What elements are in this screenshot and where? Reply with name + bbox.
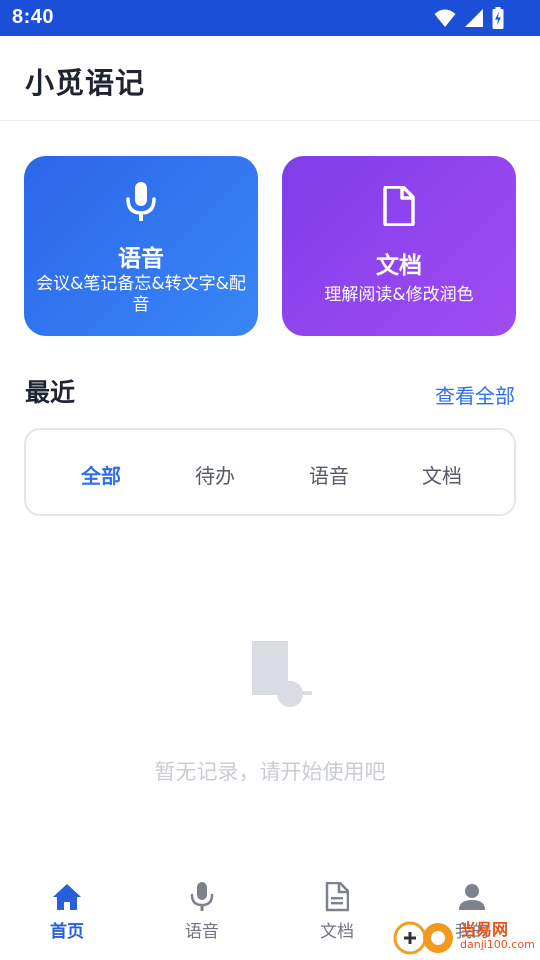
tab-doc[interactable]: 文档 [392,460,492,489]
view-all-link[interactable]: 查看全部 [435,380,515,409]
voice-card-title: 语音 [118,246,164,272]
recent-filter-tabs: 全部 待办 语音 文档 [24,428,516,516]
status-bar: 8:40 [0,0,540,36]
app-bar: 小觅语记 [0,36,540,121]
watermark-url: danji100.com [460,938,535,951]
home-icon [52,883,82,915]
watermark-brand: 当易网 [460,920,509,939]
watermark-logo-icon [392,918,456,960]
doc-card-title: 文档 [376,253,422,279]
doc-card[interactable]: 文档 理解阅读&修改润色 [282,156,516,336]
voice-card[interactable]: 语音 会议&笔记备忘&转文字&配音 [24,156,258,336]
watermark: 当易网 danji100.com [390,912,540,958]
person-icon [458,883,486,915]
nav-voice[interactable]: 语音 [152,882,252,942]
app-title: 小觅语记 [25,66,146,100]
nav-home[interactable]: 首页 [17,884,117,942]
nav-doc[interactable]: 文档 [287,881,387,942]
empty-state-text: 暂无记录，请开始使用吧 [154,760,386,784]
tab-voice[interactable]: 语音 [279,460,379,489]
battery-charging-icon [492,7,504,33]
wifi-icon [434,8,456,32]
nav-voice-label: 语音 [185,922,219,942]
nav-doc-label: 文档 [320,922,354,942]
cellular-signal-icon [464,8,484,32]
tab-all[interactable]: 全部 [51,460,151,489]
microphone-icon [124,182,158,226]
document-icon [383,185,415,230]
recent-section-title: 最近 [25,378,76,407]
voice-card-subtitle: 会议&笔记备忘&转文字&配音 [36,274,246,315]
tab-todo[interactable]: 待办 [165,460,265,489]
doc-card-subtitle: 理解阅读&修改润色 [324,285,474,305]
nav-home-label: 首页 [50,922,84,942]
document-icon [325,881,350,916]
empty-state-icon [248,638,316,714]
status-icons [434,7,504,33]
microphone-icon [190,882,214,916]
status-time: 8:40 [12,6,55,28]
